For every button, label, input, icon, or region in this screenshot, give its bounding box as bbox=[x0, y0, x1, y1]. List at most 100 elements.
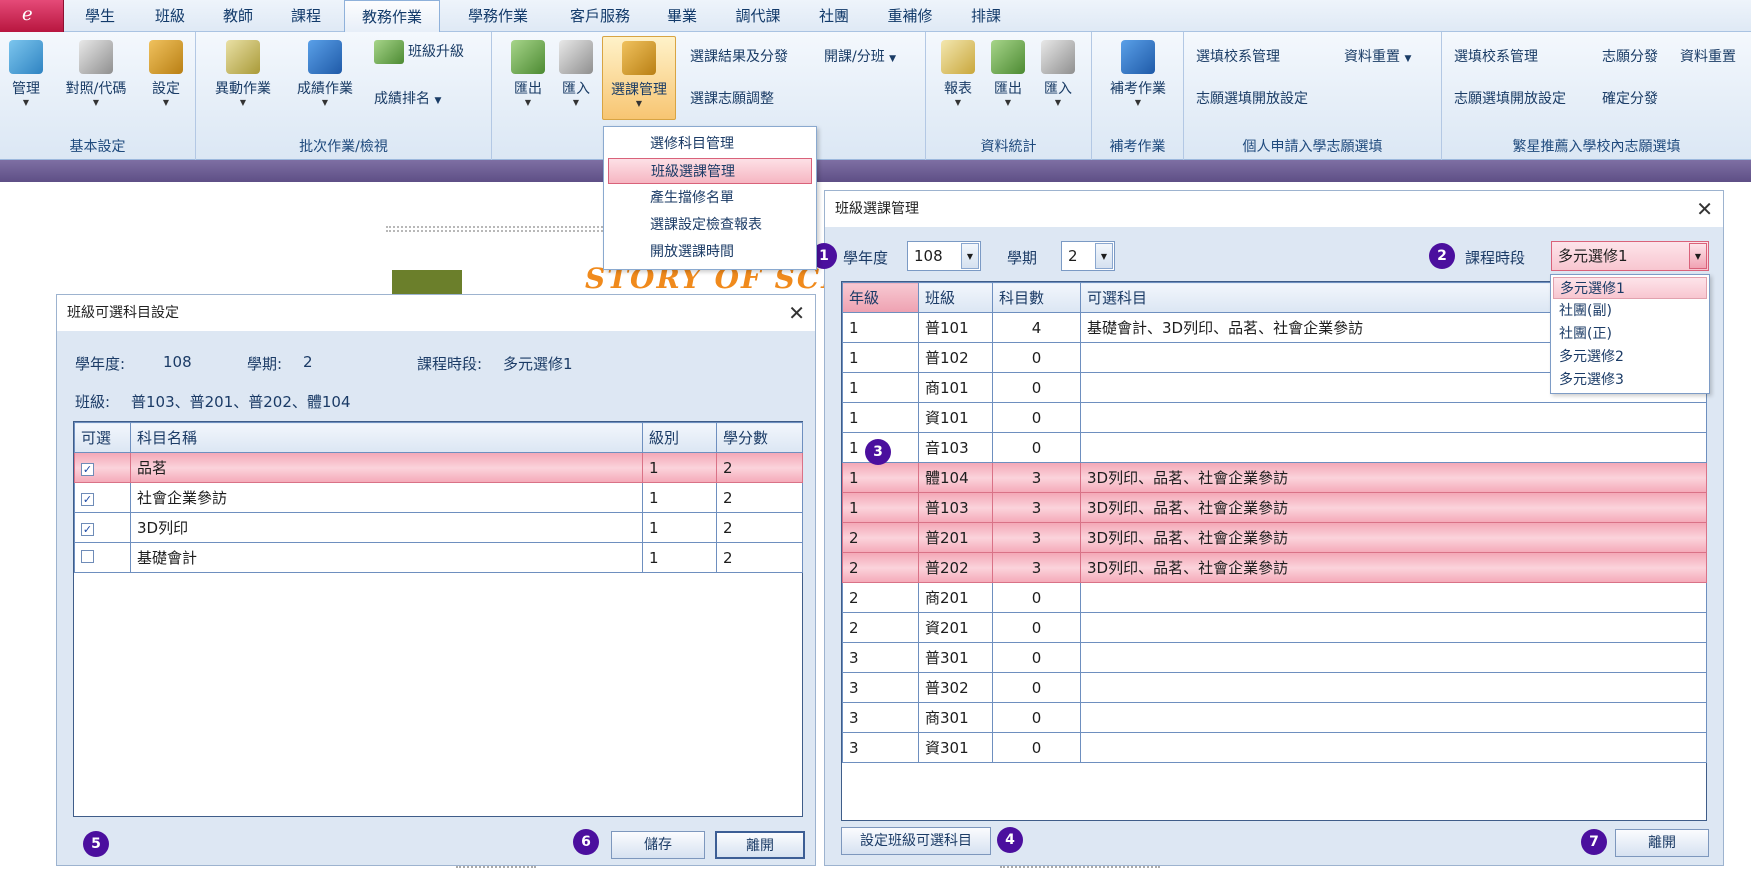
period-combo[interactable]: 多元選修1 ▼ bbox=[1551, 241, 1709, 271]
tab-student-affairs[interactable]: 學務作業 bbox=[450, 0, 546, 32]
menu-item-block-list[interactable]: 產生擋修名單 bbox=[608, 185, 812, 211]
makeup-exam-button[interactable]: 補考作業 ▼ bbox=[1102, 40, 1174, 108]
menu-item-elective-subject[interactable]: 選修科目管理 bbox=[608, 131, 812, 157]
personal-reset-button[interactable]: 資料重置 ▼ bbox=[1344, 46, 1411, 66]
table-row[interactable]: 基礎會計 1 2 bbox=[74, 542, 803, 573]
checkbox-checked-icon[interactable]: ✓ bbox=[81, 492, 94, 506]
available-subjects-cell bbox=[1080, 432, 1707, 463]
close-button[interactable]: 離開 bbox=[1615, 829, 1709, 857]
group-label-batch: 批次作業/檢視 bbox=[299, 139, 388, 155]
period-option[interactable]: 社團(副) bbox=[1553, 300, 1707, 322]
col-grade[interactable]: 年級 bbox=[842, 282, 919, 313]
table-row[interactable]: 3 商301 0 bbox=[842, 702, 1707, 733]
class-promotion-button[interactable]: 班級升級 bbox=[374, 40, 464, 64]
table-row[interactable]: 2 商201 0 bbox=[842, 582, 1707, 613]
table-row[interactable]: 1 資101 0 bbox=[842, 402, 1707, 433]
report-button[interactable]: 報表 ▼ bbox=[936, 40, 980, 108]
grade-ops-button[interactable]: 成績作業 ▼ bbox=[292, 40, 358, 108]
import-button[interactable]: 匯入 ▼ bbox=[554, 40, 598, 108]
decorative-underline bbox=[1000, 866, 1160, 870]
table-row[interactable]: 1 音103 0 bbox=[842, 432, 1707, 463]
table-row[interactable]: 2 普202 3 3D列印、品茗、社會企業參訪 bbox=[842, 552, 1707, 583]
star-reset-button[interactable]: 資料重置 bbox=[1680, 46, 1736, 66]
ribbon: 管理 ▼ 對照/代碼 ▼ 設定 ▼ 基本設定 異動作業 ▼ 成績作業 ▼ 班級升級 成績排… bbox=[0, 32, 1751, 160]
tab-class[interactable]: 班級 bbox=[140, 0, 200, 32]
personal-open-settings-button[interactable]: 志願選填開放設定 bbox=[1196, 88, 1308, 108]
period-option[interactable]: 多元選修2 bbox=[1553, 346, 1707, 368]
period-option[interactable]: 社團(正) bbox=[1553, 323, 1707, 345]
close-button[interactable]: 離開 bbox=[715, 831, 805, 859]
menu-item-check-report[interactable]: 選課設定檢查報表 bbox=[608, 212, 812, 238]
save-button[interactable]: 儲存 bbox=[611, 831, 705, 859]
grade-ranking-button[interactable]: 成績排名 ▼ bbox=[374, 88, 441, 108]
available-subjects-cell bbox=[1080, 642, 1707, 673]
period-option[interactable]: 多元選修3 bbox=[1553, 369, 1707, 391]
tab-substitute[interactable]: 調代課 bbox=[720, 0, 796, 32]
star-open-settings-button[interactable]: 志願選填開放設定 bbox=[1454, 88, 1566, 108]
menu-item-open-time[interactable]: 開放選課時間 bbox=[608, 239, 812, 265]
tab-course[interactable]: 課程 bbox=[276, 0, 336, 32]
table-row[interactable]: 1 體104 3 3D列印、品茗、社會企業參訪 bbox=[842, 462, 1707, 493]
tab-club[interactable]: 社團 bbox=[806, 0, 862, 32]
tab-student[interactable]: 學生 bbox=[70, 0, 130, 32]
col-subject-count[interactable]: 科目數 bbox=[992, 282, 1081, 313]
checkbox-unchecked-icon[interactable] bbox=[81, 549, 94, 563]
period-option[interactable]: 多元選修1 bbox=[1553, 277, 1707, 299]
selectable-cell[interactable] bbox=[74, 542, 131, 573]
export-button[interactable]: 匯出 ▼ bbox=[506, 40, 550, 108]
settings-button[interactable]: 設定 ▼ bbox=[144, 40, 188, 108]
col-selectable[interactable]: 可選 bbox=[74, 422, 131, 453]
chevron-down-icon[interactable]: ▼ bbox=[1689, 243, 1707, 269]
change-ops-button[interactable]: 異動作業 ▼ bbox=[210, 40, 276, 108]
tab-makeup[interactable]: 重補修 bbox=[872, 0, 948, 32]
selectable-cell[interactable]: ✓ bbox=[74, 452, 131, 483]
tab-scheduling[interactable]: 排課 bbox=[958, 0, 1014, 32]
available-subjects-cell bbox=[1080, 612, 1707, 643]
table-row[interactable]: 3 普302 0 bbox=[842, 672, 1707, 703]
table-row[interactable]: 1 普103 3 3D列印、品茗、社會企業參訪 bbox=[842, 492, 1707, 523]
semester-combo[interactable]: 2 ▼ bbox=[1061, 241, 1115, 271]
star-school-dept-button[interactable]: 選填校系管理 bbox=[1454, 46, 1538, 66]
col-credit[interactable]: 學分數 bbox=[716, 422, 803, 453]
course-selection-manage-button[interactable]: 選課管理 ▼ bbox=[602, 36, 676, 120]
col-subject-name[interactable]: 科目名稱 bbox=[130, 422, 643, 453]
year-combo[interactable]: 108 ▼ bbox=[907, 241, 981, 271]
subject-count-cell: 0 bbox=[992, 582, 1081, 613]
app-menu-button[interactable]: ℯ bbox=[0, 0, 64, 32]
table-row[interactable]: ✓ 品茗 1 2 bbox=[74, 452, 803, 483]
workspace-header-band bbox=[0, 160, 1751, 182]
close-icon[interactable]: ✕ bbox=[1696, 195, 1713, 223]
checkbox-checked-icon[interactable]: ✓ bbox=[81, 522, 94, 536]
table-row[interactable]: ✓ 3D列印 1 2 bbox=[74, 512, 803, 543]
table-row[interactable]: 2 普201 3 3D列印、品茗、社會企業參訪 bbox=[842, 522, 1707, 553]
subject-count-cell: 0 bbox=[992, 702, 1081, 733]
personal-school-dept-button[interactable]: 選填校系管理 bbox=[1196, 46, 1280, 66]
stats-import-button[interactable]: 匯入 ▼ bbox=[1036, 40, 1080, 108]
table-row[interactable]: 3 普301 0 bbox=[842, 642, 1707, 673]
menu-item-class-course[interactable]: 班級選課管理 bbox=[608, 158, 812, 184]
star-confirm-assign-button[interactable]: 確定分發 bbox=[1602, 88, 1658, 108]
tab-graduation[interactable]: 畢業 bbox=[654, 0, 710, 32]
col-level[interactable]: 級別 bbox=[642, 422, 717, 453]
table-row[interactable]: ✓ 社會企業參訪 1 2 bbox=[74, 482, 803, 513]
table-row[interactable]: 3 資301 0 bbox=[842, 732, 1707, 763]
mapping-code-button[interactable]: 對照/代碼 ▼ bbox=[56, 40, 136, 108]
tab-academic-affairs[interactable]: 教務作業 bbox=[344, 0, 440, 33]
set-class-subjects-button[interactable]: 設定班級可選科目 bbox=[841, 827, 991, 855]
stats-export-button[interactable]: 匯出 ▼ bbox=[986, 40, 1030, 108]
table-row[interactable]: 2 資201 0 bbox=[842, 612, 1707, 643]
tab-customer-service[interactable]: 客戶服務 bbox=[552, 0, 648, 32]
selectable-cell[interactable]: ✓ bbox=[74, 512, 131, 543]
chevron-down-icon[interactable]: ▼ bbox=[961, 243, 979, 269]
manage-button[interactable]: 管理 ▼ bbox=[4, 40, 48, 108]
open-course-button[interactable]: 開課/分班 ▼ bbox=[824, 46, 896, 66]
tab-teacher[interactable]: 教師 bbox=[208, 0, 268, 32]
col-class[interactable]: 班級 bbox=[918, 282, 993, 313]
selectable-cell[interactable]: ✓ bbox=[74, 482, 131, 513]
close-icon[interactable]: ✕ bbox=[788, 299, 805, 327]
chevron-down-icon[interactable]: ▼ bbox=[1095, 243, 1113, 269]
checkbox-checked-icon[interactable]: ✓ bbox=[81, 462, 94, 476]
star-assign-button[interactable]: 志願分發 bbox=[1602, 46, 1658, 66]
selection-preference-button[interactable]: 選課志願調整 bbox=[690, 88, 774, 108]
selection-result-button[interactable]: 選課結果及分發 bbox=[690, 46, 788, 66]
